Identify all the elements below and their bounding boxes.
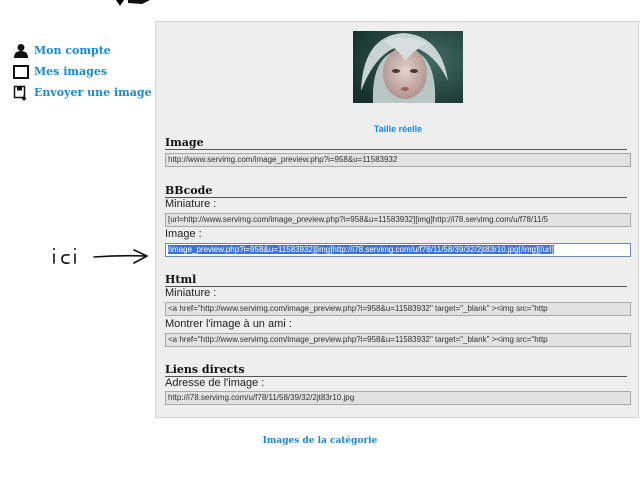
image-link-field[interactable]: http://www.servimg.com/image_preview.php…	[165, 153, 631, 167]
upload-icon	[13, 85, 29, 101]
html-miniature-label: Miniature :	[165, 287, 217, 299]
html-miniature-field[interactable]: <a href="http://www.servimg.com/image_pr…	[165, 302, 631, 316]
html-friend-field[interactable]: <a href="http://www.servimg.com/image_pr…	[165, 333, 631, 347]
section-title-html: Html	[165, 273, 627, 287]
bbcode-image-field[interactable]: /image_preview.php?i=958&u=11583932][img…	[165, 243, 631, 257]
image-frame-icon	[13, 64, 29, 80]
sidebar-item-label: Mes images	[34, 65, 108, 78]
sidebar: Mon compte Mes images Envoyer une image	[13, 40, 153, 103]
sidebar-item-label: Mon compte	[34, 44, 111, 57]
selected-text: /image_preview.php?i=958&u=11583932][img…	[168, 245, 554, 254]
html-friend-label: Montrer l'image à un ami :	[165, 318, 292, 330]
section-title-bbcode: BBcode	[165, 184, 627, 198]
category-images-link[interactable]: Images de la catégorie	[0, 436, 640, 446]
handwritten-ici-annotation: ici	[53, 248, 148, 264]
full-size-link[interactable]: Taille réelle	[156, 124, 640, 134]
section-title-direct-links: Liens directs	[165, 363, 627, 377]
user-icon	[13, 43, 29, 59]
sidebar-item-label: Envoyer une image	[34, 86, 152, 99]
sidebar-item-mon-compte[interactable]: Mon compte	[13, 40, 153, 61]
direct-address-label: Adresse de l'image :	[165, 377, 265, 389]
direct-address-field[interactable]: http://i78.servimg.com/u/f78/11/58/39/32…	[165, 391, 631, 405]
sidebar-item-mes-images[interactable]: Mes images	[13, 61, 153, 82]
bbcode-miniature-field[interactable]: [url=http://www.servimg.com/image_previe…	[165, 213, 631, 227]
logo-fragment	[116, 0, 150, 6]
image-info-panel: Taille réelle Image http://www.servimg.c…	[155, 21, 639, 418]
bbcode-image-label: Image :	[165, 228, 202, 240]
sidebar-item-envoyer-image[interactable]: Envoyer une image	[13, 82, 153, 103]
bbcode-miniature-label: Miniature :	[165, 198, 217, 210]
image-thumbnail[interactable]	[353, 31, 463, 103]
section-title-image: Image	[165, 136, 627, 150]
